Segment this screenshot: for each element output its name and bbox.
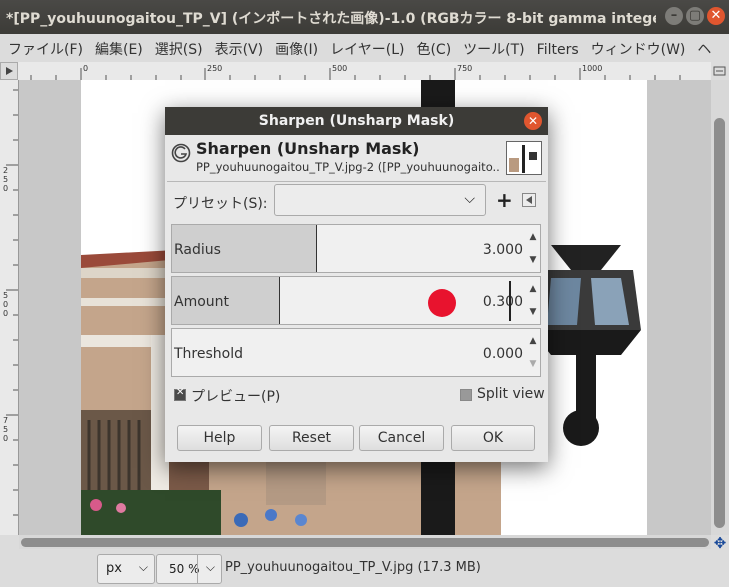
zoom-image-icon[interactable] — [711, 62, 729, 80]
threshold-label: Threshold — [174, 346, 243, 362]
ruler-label: 250 — [3, 166, 9, 193]
dialog-header-subtitle: PP_youhuunogaitou_TP_V.jpg-2 ([PP_youhuu… — [196, 160, 500, 174]
ruler-label: 500 — [332, 64, 348, 73]
radius-spinscale[interactable]: Radius 3.000 ▲ ▼ — [171, 224, 541, 273]
menu-filters[interactable]: Filters — [529, 37, 583, 58]
menu-windows[interactable]: ウィンドウ(W) — [583, 34, 690, 59]
minimize-icon[interactable]: – — [665, 7, 683, 25]
preview-checkbox[interactable] — [174, 387, 186, 401]
ruler-label: 1000 — [582, 64, 603, 73]
horizontal-scrollbar-thumb[interactable] — [21, 538, 709, 547]
chevron-down-icon[interactable]: ▼ — [526, 249, 540, 273]
ruler-label: 750 — [3, 416, 9, 443]
window-title: *[PP_youhuunogaitou_TP_V] (インポートされた画像)-1… — [6, 11, 656, 27]
preset-menu-icon[interactable] — [522, 193, 536, 207]
close-icon[interactable]: ✕ — [524, 112, 542, 130]
radius-value[interactable]: 3.000 — [483, 242, 523, 258]
window-titlebar: *[PP_youhuunogaitou_TP_V] (インポートされた画像)-1… — [0, 0, 729, 34]
amount-stepper[interactable]: ▲ ▼ — [526, 277, 540, 324]
chevron-down-icon: ⌵ — [138, 560, 148, 574]
chevron-down-icon: ⌵ — [464, 191, 475, 207]
help-button[interactable]: Help — [177, 425, 262, 451]
menu-help[interactable]: ヘ — [689, 34, 715, 59]
menu-view[interactable]: 表示(V) — [207, 34, 268, 59]
vertical-ruler[interactable]: 250 500 750 — [0, 80, 19, 535]
preset-label: プリセット(S): — [173, 196, 268, 212]
amount-label: Amount — [174, 294, 230, 310]
split-view-checkbox[interactable] — [460, 389, 472, 401]
ruler-label: 750 — [457, 64, 473, 73]
image-thumbnail — [506, 141, 542, 175]
ok-button[interactable]: OK — [451, 425, 535, 451]
horizontal-scrollbar[interactable] — [19, 535, 711, 549]
ruler-label: 500 — [3, 291, 9, 318]
horizontal-ruler[interactable]: 0 250 500 750 1000 — [18, 62, 711, 81]
reset-button[interactable]: Reset — [269, 425, 354, 451]
menu-color[interactable]: 色(C) — [408, 34, 455, 59]
menubar: ファイル(F) 編集(E) 選択(S) 表示(V) 画像(I) レイヤー(L) 色(C) ツー… — [0, 34, 729, 63]
radius-label: Radius — [174, 242, 221, 258]
maximize-icon[interactable]: ▢ — [686, 7, 704, 25]
zoom-value: 50 % — [169, 562, 200, 576]
menu-tools[interactable]: ツール(T) — [455, 34, 528, 59]
chevron-up-icon[interactable]: ▲ — [526, 329, 540, 353]
click-marker — [428, 289, 456, 317]
chevron-down-icon[interactable]: ▼ — [526, 353, 540, 377]
chevron-down-icon: ⌵ — [205, 560, 215, 574]
vertical-scrollbar[interactable] — [711, 80, 729, 535]
split-view-label[interactable]: Split view — [477, 386, 545, 402]
chevron-down-icon[interactable]: ▼ — [526, 301, 540, 325]
horizontal-ruler-ticks — [30, 68, 681, 80]
preset-combo[interactable]: ⌵ — [274, 184, 486, 216]
unit-value: px — [106, 561, 122, 576]
amount-value[interactable]: 0.300 — [483, 294, 523, 310]
add-preset-button[interactable]: + — [496, 187, 513, 213]
menu-file[interactable]: ファイル(F) — [0, 34, 87, 59]
preview-label[interactable]: プレビュー(P) — [191, 386, 280, 406]
cancel-button[interactable]: Cancel — [359, 425, 444, 451]
close-icon[interactable]: ✕ — [707, 7, 725, 25]
zoom-divider — [197, 555, 198, 583]
dialog-title: Sharpen (Unsharp Mask) — [165, 107, 548, 135]
text-cursor — [509, 281, 511, 321]
file-info: PP_youhuunogaitou_TP_V.jpg (17.3 MB) — [225, 560, 481, 575]
chevron-up-icon[interactable]: ▲ — [526, 225, 540, 249]
threshold-value[interactable]: 0.000 — [483, 346, 523, 362]
zoom-selector[interactable]: 50 % ⌵ — [156, 554, 222, 584]
menu-layer[interactable]: レイヤー(L) — [322, 34, 408, 59]
dialog-header: Sharpen (Unsharp Mask) PP_youhuunogaitou… — [167, 137, 546, 182]
menu-edit[interactable]: 編集(E) — [87, 34, 147, 59]
ruler-label: 0 — [83, 64, 89, 73]
unit-selector[interactable]: px ⌵ — [97, 554, 155, 584]
dialog-header-title: Sharpen (Unsharp Mask) — [196, 139, 420, 158]
quick-mask-toggle-icon[interactable] — [0, 62, 18, 80]
radius-stepper[interactable]: ▲ ▼ — [526, 225, 540, 272]
amount-spinscale[interactable]: Amount 0.300 ▲ ▼ — [171, 276, 541, 325]
menu-select[interactable]: 選択(S) — [147, 34, 207, 59]
threshold-stepper[interactable]: ▲ ▼ — [526, 329, 540, 376]
gegl-icon — [171, 143, 191, 163]
ruler-label: 250 — [207, 64, 223, 73]
sharpen-dialog: Sharpen (Unsharp Mask) ✕ Sharpen (Unshar… — [165, 107, 548, 462]
threshold-spinscale[interactable]: Threshold 0.000 ▲ ▼ — [171, 328, 541, 377]
thumbnail-glyph — [509, 145, 537, 173]
vertical-scrollbar-thumb[interactable] — [714, 118, 725, 528]
zoom-image-glyph — [713, 66, 726, 76]
chevron-up-icon[interactable]: ▲ — [526, 277, 540, 301]
menu-image[interactable]: 画像(I) — [267, 34, 322, 59]
